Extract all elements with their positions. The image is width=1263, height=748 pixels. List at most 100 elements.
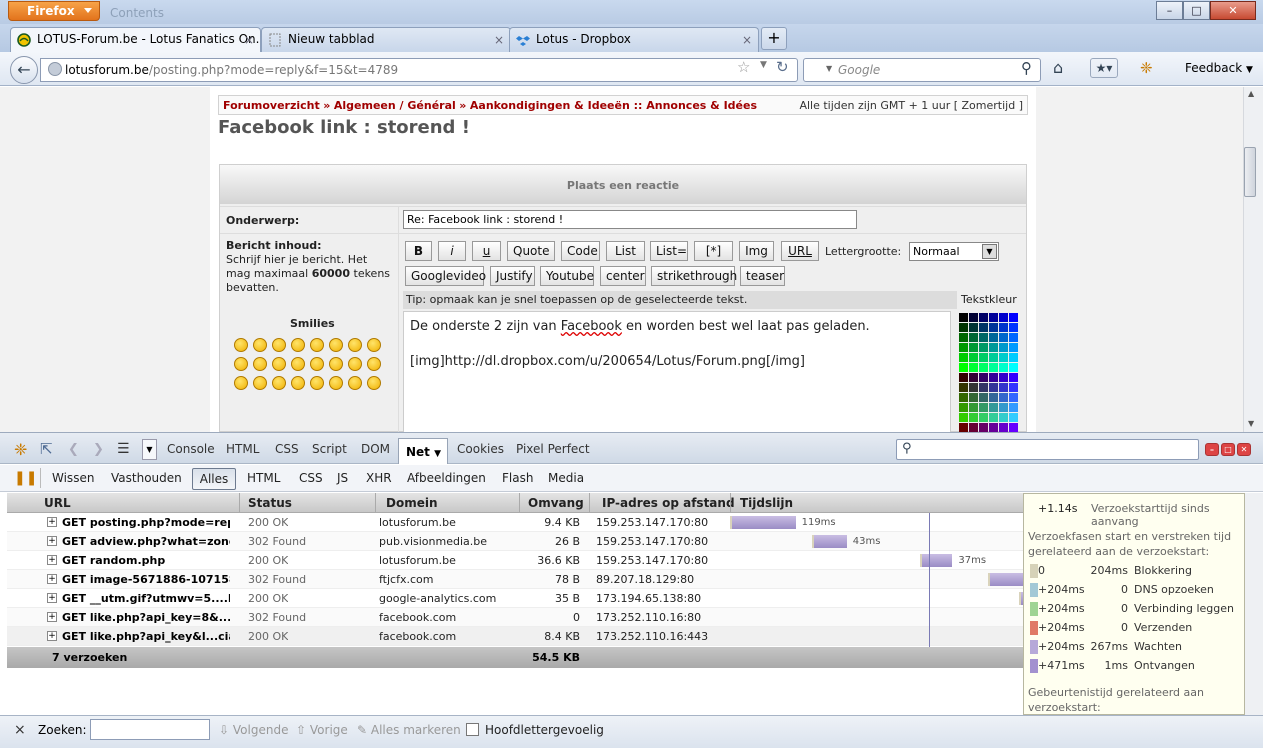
site-identity-icon[interactable] bbox=[48, 62, 62, 76]
color-swatch[interactable] bbox=[989, 413, 998, 422]
color-swatch[interactable] bbox=[959, 353, 968, 362]
tab-new-tab[interactable]: Nieuw tabblad × bbox=[261, 27, 511, 52]
smiley-icon[interactable] bbox=[367, 376, 381, 390]
table-row[interactable]: + GET image-5671886-1071581 302 Found ftjcf… bbox=[7, 570, 1060, 589]
color-swatch[interactable] bbox=[989, 343, 998, 352]
column-header-size[interactable]: Omvang bbox=[528, 496, 584, 510]
column-header-status[interactable]: Status bbox=[248, 496, 292, 510]
tab-dom[interactable]: DOM bbox=[361, 442, 390, 456]
filter-all-button[interactable]: Alles bbox=[192, 468, 236, 490]
feedback-button[interactable]: Feedback ▼ bbox=[1185, 61, 1253, 75]
img-button[interactable]: Img bbox=[739, 241, 774, 261]
color-swatch[interactable] bbox=[979, 423, 988, 432]
expand-icon[interactable]: + bbox=[47, 555, 57, 565]
message-textarea[interactable]: De onderste 2 zijn van Facebook en worde… bbox=[403, 311, 951, 432]
color-swatch[interactable] bbox=[979, 413, 988, 422]
find-prev-button[interactable]: ⇧ Vorige bbox=[296, 723, 348, 737]
color-swatch[interactable] bbox=[969, 343, 978, 352]
color-swatch[interactable] bbox=[969, 373, 978, 382]
minimize-firebug-button[interactable]: – bbox=[1205, 443, 1219, 456]
find-next-button[interactable]: ⇩ Volgende bbox=[219, 723, 288, 737]
color-swatch[interactable] bbox=[999, 403, 1008, 412]
tab-net[interactable]: Net ▼ bbox=[398, 438, 448, 464]
pause-icon[interactable]: ❚❚ bbox=[14, 470, 37, 486]
color-palette[interactable] bbox=[959, 313, 1019, 432]
timeline-bar[interactable] bbox=[988, 573, 1027, 586]
close-window-button[interactable]: ✕ bbox=[1210, 1, 1256, 20]
tab-html[interactable]: HTML bbox=[226, 442, 259, 456]
timeline-bar[interactable] bbox=[919, 554, 953, 567]
smiley-icon[interactable] bbox=[348, 357, 362, 371]
underline-button[interactable]: u bbox=[472, 241, 501, 261]
color-swatch[interactable] bbox=[989, 323, 998, 332]
table-row[interactable]: + GET like.php?api_key=8&...cial_ 302 Foun… bbox=[7, 608, 1224, 627]
tab-pixel-perfect[interactable]: Pixel Perfect bbox=[516, 442, 590, 456]
color-swatch[interactable] bbox=[979, 393, 988, 402]
color-swatch[interactable] bbox=[1009, 373, 1018, 382]
bookmarks-menu-button[interactable]: ★▾ bbox=[1090, 58, 1118, 78]
color-swatch[interactable] bbox=[969, 403, 978, 412]
persist-button[interactable]: Vasthouden bbox=[111, 471, 182, 485]
color-swatch[interactable] bbox=[979, 343, 988, 352]
search-engine-dropdown-icon[interactable]: ▼ bbox=[826, 64, 832, 73]
justify-button[interactable]: Justify bbox=[490, 266, 535, 286]
smiley-icon[interactable] bbox=[348, 376, 362, 390]
back-arrow-icon[interactable]: ❮ bbox=[68, 442, 79, 457]
expand-icon[interactable]: + bbox=[47, 517, 57, 527]
color-swatch[interactable] bbox=[1009, 323, 1018, 332]
table-row[interactable]: + GET random.php 200 OK lotusforum.be 36.6 K… bbox=[7, 551, 1023, 570]
column-header-domain[interactable]: Domein bbox=[386, 496, 438, 510]
smiley-icon[interactable] bbox=[253, 357, 267, 371]
color-swatch[interactable] bbox=[1009, 403, 1018, 412]
color-swatch[interactable] bbox=[959, 413, 968, 422]
color-swatch[interactable] bbox=[1009, 333, 1018, 342]
color-swatch[interactable] bbox=[969, 383, 978, 392]
color-swatch[interactable] bbox=[959, 373, 968, 382]
tab-cookies[interactable]: Cookies bbox=[457, 442, 504, 456]
column-header-timeline[interactable]: Tijdslijn bbox=[740, 496, 793, 510]
back-button[interactable]: ← bbox=[10, 56, 38, 84]
smiley-icon[interactable] bbox=[310, 338, 324, 352]
color-swatch[interactable] bbox=[959, 393, 968, 402]
find-input[interactable] bbox=[90, 719, 210, 740]
table-row[interactable]: + GET like.php?api_key&l...cial_ 200 OK fac… bbox=[7, 627, 1248, 646]
page-scrollbar[interactable]: ▲ ▼ bbox=[1243, 87, 1263, 432]
highlight-all-button[interactable]: ✎ Alles markeren bbox=[357, 723, 461, 737]
expand-icon[interactable]: + bbox=[47, 574, 57, 584]
tab-close-icon[interactable]: × bbox=[494, 33, 504, 47]
smiley-icon[interactable] bbox=[234, 376, 248, 390]
detach-firebug-button[interactable]: □ bbox=[1221, 443, 1235, 456]
color-swatch[interactable] bbox=[999, 413, 1008, 422]
color-swatch[interactable] bbox=[969, 413, 978, 422]
smiley-icon[interactable] bbox=[367, 357, 381, 371]
smiley-icon[interactable] bbox=[329, 376, 343, 390]
color-swatch[interactable] bbox=[959, 403, 968, 412]
teaser-button[interactable]: teaser bbox=[740, 266, 785, 286]
expand-icon[interactable]: + bbox=[47, 612, 57, 622]
subject-input[interactable]: Re: Facebook link : storend ! bbox=[403, 210, 857, 229]
color-swatch[interactable] bbox=[1009, 353, 1018, 362]
list-ordered-button[interactable]: List= bbox=[650, 241, 688, 261]
color-swatch[interactable] bbox=[989, 333, 998, 342]
color-swatch[interactable] bbox=[959, 423, 968, 432]
color-swatch[interactable] bbox=[979, 333, 988, 342]
color-swatch[interactable] bbox=[1009, 413, 1018, 422]
firebug-icon[interactable]: ❈ bbox=[1140, 59, 1153, 77]
smiley-icon[interactable] bbox=[272, 357, 286, 371]
color-swatch[interactable] bbox=[979, 363, 988, 372]
color-swatch[interactable] bbox=[969, 313, 978, 322]
color-swatch[interactable] bbox=[959, 383, 968, 392]
column-header-url[interactable]: URL bbox=[44, 496, 71, 510]
color-swatch[interactable] bbox=[989, 403, 998, 412]
smiley-icon[interactable] bbox=[291, 338, 305, 352]
breadcrumb-link-aankondigingen[interactable]: Aankondigingen & Ideeën :: Annonces & Id… bbox=[470, 99, 757, 112]
forward-arrow-icon[interactable]: ❯ bbox=[93, 442, 104, 457]
color-swatch[interactable] bbox=[989, 393, 998, 402]
color-swatch[interactable] bbox=[979, 313, 988, 322]
tab-console[interactable]: Console bbox=[167, 442, 215, 456]
color-swatch[interactable] bbox=[999, 363, 1008, 372]
table-row[interactable]: + GET posting.php?mode=reply 200 OK lotusfo… bbox=[7, 513, 1023, 532]
page-title[interactable]: Facebook link : storend ! bbox=[218, 117, 470, 138]
strikethrough-button[interactable]: strikethrough bbox=[651, 266, 737, 286]
italic-button[interactable]: i bbox=[438, 241, 466, 261]
